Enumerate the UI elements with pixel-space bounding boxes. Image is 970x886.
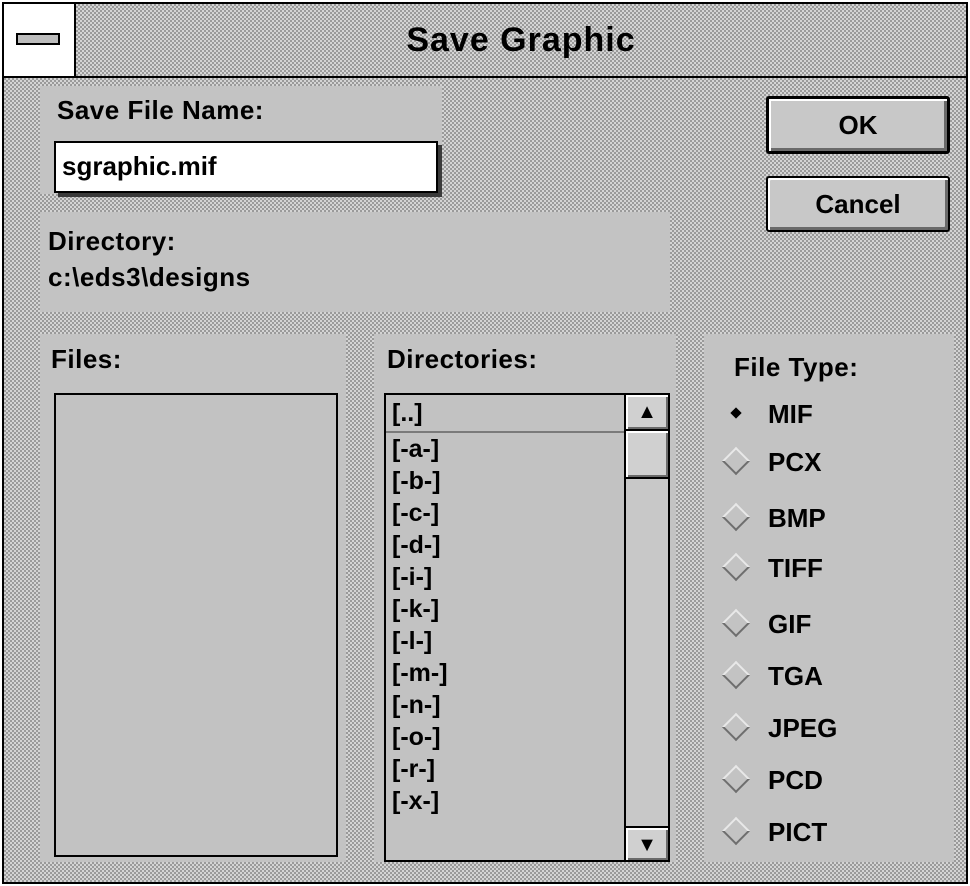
directory-item[interactable]: [-a-] [392,433,439,465]
directories-scrollbar[interactable]: ▲ ▼ [624,395,668,860]
file-type-option-tga[interactable]: TGA [721,656,942,696]
file-type-option-tiff[interactable]: TIFF [721,548,942,588]
file-type-option-jpeg[interactable]: JPEG [721,708,942,748]
directory-item[interactable]: [-k-] [392,593,439,625]
directory-item[interactable]: [-m-] [392,657,448,689]
radio-icon [721,660,751,690]
radio-icon [721,764,751,794]
directory-item[interactable]: [-c-] [392,497,439,529]
radio-icon [721,502,751,532]
file-type-option-label: PCD [768,765,823,795]
title-bar: Save Graphic [4,4,966,78]
save-file-name-input[interactable]: sgraphic.mif [54,141,438,193]
directory-item[interactable]: [-i-] [392,561,432,593]
radio-icon [721,552,751,582]
directory-path: c:\eds3\designs [48,262,251,292]
save-file-name-label: Save File Name: [57,95,264,125]
cancel-button[interactable]: Cancel [766,176,950,232]
file-type-option-label: BMP [768,503,826,533]
ok-button[interactable]: OK [766,96,950,154]
system-menu-button[interactable] [4,4,76,76]
files-listbox[interactable] [54,393,338,857]
file-type-option-label: PICT [768,817,828,847]
scrollbar-thumb[interactable] [626,429,668,479]
file-type-option-label: MIF [768,399,813,429]
radio-icon [721,816,751,846]
file-type-option-pcd[interactable]: PCD [721,760,942,800]
file-type-label: File Type: [734,352,859,382]
file-type-option-mif[interactable]: MIF [721,394,942,434]
up-arrow-icon[interactable]: ▲ [626,395,668,429]
file-type-option-bmp[interactable]: BMP [721,498,942,538]
file-type-option-pcx[interactable]: PCX [721,442,942,482]
directories-listbox[interactable]: [..] [-a-] [-b-] [-c-] [-d-] [-i-] [-k-]… [384,393,670,862]
radio-icon [721,608,751,638]
file-type-option-label: JPEG [768,713,838,743]
directory-item[interactable]: [-d-] [392,529,441,561]
directory-item[interactable]: [-b-] [392,465,441,497]
directory-label: Directory: [48,226,176,256]
radio-icon [721,712,751,742]
dialog-title: Save Graphic [406,21,636,59]
radio-icon [721,446,751,476]
save-graphic-dialog: Save Graphic Save File Name: sgraphic.mi… [2,2,968,884]
file-type-option-label: TGA [768,661,823,691]
directory-item[interactable]: [-o-] [392,721,441,753]
directory-item[interactable]: [..] [386,397,624,433]
directory-item[interactable]: [-x-] [392,785,439,817]
directory-item[interactable]: [-l-] [392,625,432,657]
file-type-option-label: GIF [768,609,812,639]
file-type-option-label: TIFF [768,553,823,583]
files-label: Files: [51,344,122,374]
directory-item[interactable]: [-r-] [392,753,435,785]
system-menu-bar-icon [16,33,60,45]
directories-label: Directories: [387,344,538,374]
file-type-option-gif[interactable]: GIF [721,604,942,644]
directory-item[interactable]: [-n-] [392,689,441,721]
down-arrow-icon[interactable]: ▼ [626,826,668,860]
file-type-option-pict[interactable]: PICT [721,812,942,852]
file-type-option-label: PCX [768,447,822,477]
